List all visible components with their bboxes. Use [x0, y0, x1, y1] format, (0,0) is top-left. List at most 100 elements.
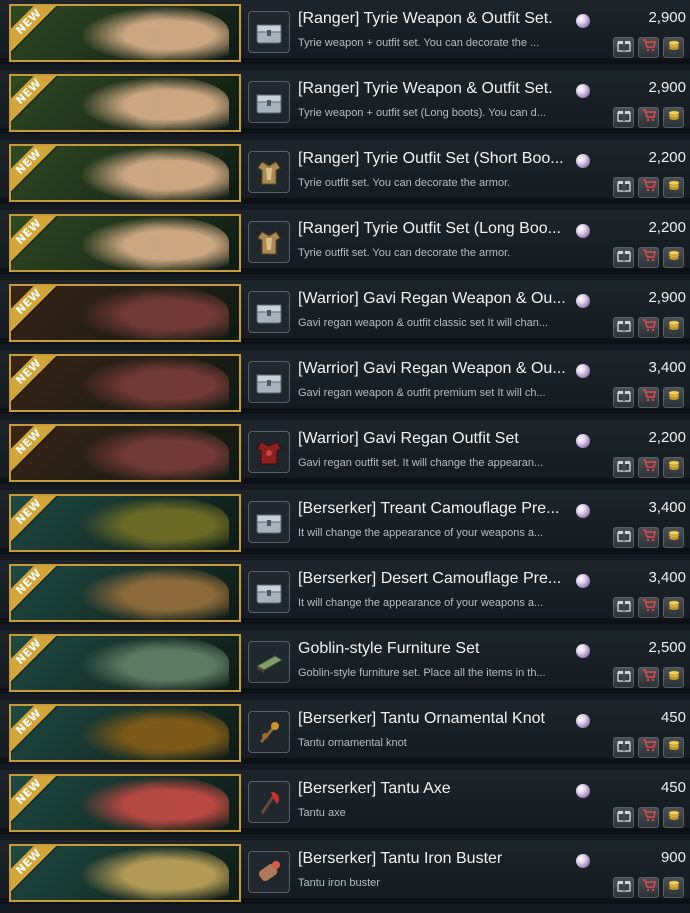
buy-button[interactable] — [663, 807, 684, 828]
item-banner-image[interactable]: NEW — [9, 634, 241, 692]
add-to-cart-button[interactable] — [638, 737, 659, 758]
item-artwork-detail — [124, 852, 184, 900]
item-description: Gavi regan weapon & outfit premium set I… — [298, 387, 546, 399]
add-to-cart-button[interactable] — [638, 877, 659, 898]
shop-item-row[interactable]: NEW [Ranger] Tyrie Outfit Set (Short Boo… — [0, 140, 690, 204]
buy-button[interactable] — [663, 317, 684, 338]
gift-button[interactable] — [613, 667, 634, 688]
shop-item-row[interactable]: NEW [Warrior] Gavi Regan Weapon & Ou... … — [0, 280, 690, 344]
cart-icon — [642, 878, 656, 897]
cart-icon — [642, 668, 656, 687]
shop-item-row[interactable]: NEW [Berserker] Tantu Axe Tantu axe 450 — [0, 770, 690, 834]
item-banner-image[interactable]: NEW — [9, 74, 241, 132]
gift-button[interactable] — [613, 247, 634, 268]
item-banner-image[interactable]: NEW — [9, 844, 241, 902]
shop-item-row[interactable]: NEW Goblin-style Furniture Set Goblin-st… — [0, 630, 690, 694]
item-banner-image[interactable]: NEW — [9, 214, 241, 272]
shop-item-row[interactable]: NEW [Warrior] Gavi Regan Weapon & Ou... … — [0, 350, 690, 414]
shop-item-row[interactable]: NEW [Berserker] Tantu Iron Buster Tantu … — [0, 840, 690, 904]
gift-button[interactable] — [613, 37, 634, 58]
shop-item-row[interactable]: NEW [Berserker] Desert Camouflage Pre...… — [0, 560, 690, 624]
gift-button[interactable] — [613, 387, 634, 408]
item-description: It will change the appearance of your we… — [298, 597, 544, 609]
pearl-icon — [576, 784, 590, 798]
add-to-cart-button[interactable] — [638, 177, 659, 198]
gift-icon — [616, 878, 631, 897]
item-artwork-detail — [124, 502, 184, 550]
add-to-cart-button[interactable] — [638, 37, 659, 58]
buy-button[interactable] — [663, 527, 684, 548]
knot-icon[interactable] — [248, 711, 290, 753]
buster-icon[interactable] — [248, 851, 290, 893]
buy-button[interactable] — [663, 667, 684, 688]
buy-button[interactable] — [663, 107, 684, 128]
shop-item-row[interactable]: NEW [Ranger] Tyrie Weapon & Outfit Set. … — [0, 0, 690, 64]
buy-button[interactable] — [663, 387, 684, 408]
add-to-cart-button[interactable] — [638, 667, 659, 688]
add-to-cart-button[interactable] — [638, 457, 659, 478]
buy-button[interactable] — [663, 37, 684, 58]
item-name: [Berserker] Tantu Axe — [298, 780, 451, 797]
shop-item-row[interactable]: NEW [Warrior] Gavi Regan Outfit Set Gavi… — [0, 420, 690, 484]
buy-button[interactable] — [663, 597, 684, 618]
gift-icon — [616, 738, 631, 757]
buy-button[interactable] — [663, 247, 684, 268]
new-badge: NEW — [11, 776, 63, 826]
gift-button[interactable] — [613, 807, 634, 828]
gift-icon — [616, 598, 631, 617]
buy-button[interactable] — [663, 177, 684, 198]
cart-icon — [642, 808, 656, 827]
item-banner-image[interactable]: NEW — [9, 354, 241, 412]
coin-icon — [667, 878, 681, 897]
shop-item-row[interactable]: NEW [Ranger] Tyrie Outfit Set (Long Boo.… — [0, 210, 690, 274]
gift-button[interactable] — [613, 317, 634, 338]
new-badge: NEW — [11, 6, 63, 56]
chest-icon[interactable] — [248, 291, 290, 333]
armor-icon[interactable] — [248, 221, 290, 263]
add-to-cart-button[interactable] — [638, 107, 659, 128]
chest-icon[interactable] — [248, 81, 290, 123]
item-banner-image[interactable]: NEW — [9, 774, 241, 832]
item-banner-image[interactable]: NEW — [9, 564, 241, 622]
item-description: Tyrie outfit set. You can decorate the a… — [298, 177, 511, 189]
pearl-icon — [576, 854, 590, 868]
shop-item-row[interactable]: NEW [Berserker] Treant Camouflage Pre...… — [0, 490, 690, 554]
add-to-cart-button[interactable] — [638, 527, 659, 548]
gift-button[interactable] — [613, 177, 634, 198]
item-price: 3,400 — [648, 569, 686, 586]
item-price: 2,900 — [648, 289, 686, 306]
axe-icon[interactable] — [248, 781, 290, 823]
new-badge: NEW — [11, 146, 63, 196]
add-to-cart-button[interactable] — [638, 387, 659, 408]
red-armor-icon[interactable] — [248, 431, 290, 473]
add-to-cart-button[interactable] — [638, 807, 659, 828]
buy-button[interactable] — [663, 877, 684, 898]
gift-button[interactable] — [613, 457, 634, 478]
item-banner-image[interactable]: NEW — [9, 144, 241, 202]
item-banner-image[interactable]: NEW — [9, 284, 241, 342]
add-to-cart-button[interactable] — [638, 317, 659, 338]
item-banner-image[interactable]: NEW — [9, 4, 241, 62]
armor-icon[interactable] — [248, 151, 290, 193]
chest-icon[interactable] — [248, 571, 290, 613]
gift-button[interactable] — [613, 107, 634, 128]
shop-item-row[interactable]: NEW [Ranger] Tyrie Weapon & Outfit Set. … — [0, 70, 690, 134]
gift-button[interactable] — [613, 737, 634, 758]
gift-button[interactable] — [613, 597, 634, 618]
item-banner-image[interactable]: NEW — [9, 704, 241, 762]
add-to-cart-button[interactable] — [638, 597, 659, 618]
item-artwork-detail — [124, 432, 184, 480]
chest-icon[interactable] — [248, 501, 290, 543]
buy-button[interactable] — [663, 737, 684, 758]
add-to-cart-button[interactable] — [638, 247, 659, 268]
item-banner-image[interactable]: NEW — [9, 424, 241, 482]
bed-icon[interactable] — [248, 641, 290, 683]
coin-icon — [667, 668, 681, 687]
gift-button[interactable] — [613, 527, 634, 548]
item-banner-image[interactable]: NEW — [9, 494, 241, 552]
gift-button[interactable] — [613, 877, 634, 898]
shop-item-row[interactable]: NEW [Berserker] Tantu Ornamental Knot Ta… — [0, 700, 690, 764]
chest-icon[interactable] — [248, 11, 290, 53]
chest-icon[interactable] — [248, 361, 290, 403]
buy-button[interactable] — [663, 457, 684, 478]
